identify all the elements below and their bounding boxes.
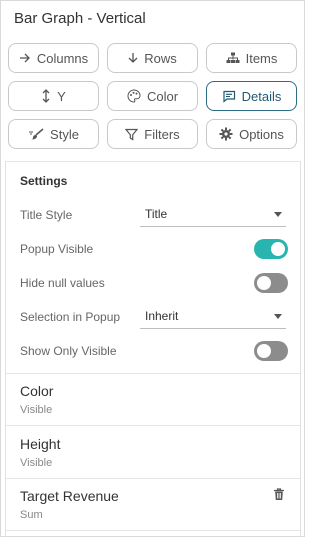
- rows-button[interactable]: Rows: [107, 43, 198, 73]
- trash-icon[interactable]: [273, 488, 285, 506]
- style-button[interactable]: Style: [8, 119, 99, 149]
- item-target-revenue-title[interactable]: Target Revenue: [20, 488, 119, 504]
- options-button[interactable]: Options: [206, 119, 297, 149]
- color-label: Color: [146, 88, 179, 104]
- details-button[interactable]: Details: [206, 81, 297, 111]
- divider: [6, 478, 300, 479]
- item-height-title[interactable]: Height: [20, 436, 60, 452]
- selection-in-popup-label: Selection in Popup: [20, 310, 121, 324]
- columns-label: Columns: [36, 50, 89, 66]
- popup-visible-label: Popup Visible: [20, 242, 94, 256]
- palette-icon: [127, 89, 141, 103]
- y-label: Y: [57, 88, 66, 104]
- panel-title: Bar Graph - Vertical: [14, 10, 146, 27]
- filters-button[interactable]: Filters: [107, 119, 198, 149]
- chevron-down-icon: [274, 212, 282, 217]
- divider: [6, 530, 300, 531]
- hierarchy-icon: [226, 52, 240, 64]
- color-button[interactable]: Color: [107, 81, 198, 111]
- gear-icon: [219, 127, 233, 141]
- item-target-revenue-sub: Sum: [20, 509, 43, 521]
- toggle-knob: [271, 242, 285, 256]
- comment-icon: [222, 90, 236, 103]
- show-only-visible-toggle[interactable]: [254, 341, 288, 361]
- vertical-arrows-icon: [41, 89, 51, 103]
- y-button[interactable]: Y: [8, 81, 99, 111]
- title-style-label: Title Style: [20, 208, 73, 222]
- divider: [6, 373, 300, 374]
- columns-button[interactable]: Columns: [8, 43, 99, 73]
- title-style-value: Title: [145, 207, 168, 221]
- style-label: Style: [50, 126, 79, 142]
- popup-visible-toggle[interactable]: [254, 239, 288, 259]
- hide-null-label: Hide null values: [20, 276, 105, 290]
- arrow-right-icon: [19, 53, 31, 63]
- divider: [6, 161, 300, 162]
- items-button[interactable]: Items: [206, 43, 297, 73]
- filter-icon: [125, 128, 139, 141]
- options-label: Options: [239, 126, 284, 142]
- show-only-visible-label: Show Only Visible: [20, 344, 117, 358]
- chevron-down-icon: [274, 314, 282, 319]
- title-style-select[interactable]: Title: [140, 205, 286, 227]
- toggle-knob: [257, 344, 271, 358]
- filters-label: Filters: [144, 126, 180, 142]
- selection-in-popup-select[interactable]: Inherit: [140, 307, 286, 329]
- item-height-sub: Visible: [20, 457, 53, 469]
- arrow-down-icon: [128, 52, 138, 64]
- selection-in-popup-value: Inherit: [145, 309, 179, 323]
- divider: [6, 425, 300, 426]
- settings-heading: Settings: [20, 174, 68, 188]
- item-color-sub: Visible: [20, 404, 53, 416]
- toggle-knob: [257, 276, 271, 290]
- details-label: Details: [241, 88, 282, 104]
- rows-label: Rows: [144, 50, 177, 66]
- items-label: Items: [245, 50, 278, 66]
- item-color-title[interactable]: Color: [20, 383, 53, 399]
- brush-icon: [28, 128, 44, 140]
- hide-null-toggle[interactable]: [254, 273, 288, 293]
